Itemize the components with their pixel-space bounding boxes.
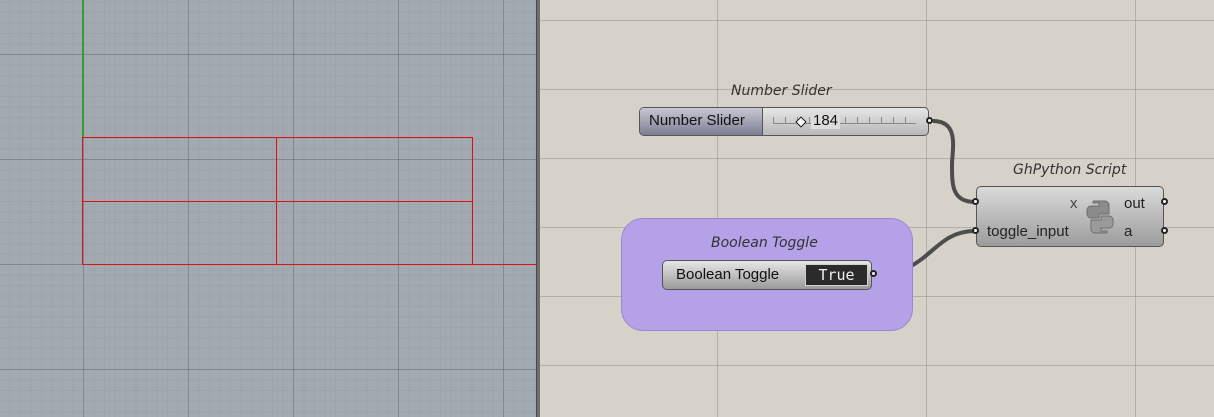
number-slider-label: Number Slider (649, 112, 745, 129)
toggle-output-port[interactable] (870, 270, 877, 277)
slider-track[interactable] (773, 117, 916, 124)
ghpython-output-port-a[interactable] (1161, 227, 1168, 234)
python-logo-icon (1086, 200, 1114, 234)
y-axis-line (82, 0, 84, 137)
boolean-toggle-group-title: Boolean Toggle (711, 235, 818, 251)
ghpython-output-out: out (1124, 195, 1145, 212)
ghpython-title: GhPython Script (1013, 162, 1127, 178)
ghpython-output-a: a (1124, 223, 1133, 240)
ghpython-component[interactable]: x toggle_input out a (976, 186, 1164, 247)
slider-output-port[interactable] (926, 117, 933, 124)
ghpython-input-port-x[interactable] (972, 198, 979, 205)
number-slider[interactable]: Number Slider 184 (639, 107, 929, 136)
ghpython-input-port-toggle[interactable] (972, 227, 979, 234)
grasshopper-canvas[interactable]: Number Slider Number Slider 184 Boolean … (540, 0, 1214, 417)
slider-value: 184 (811, 112, 841, 129)
ghpython-output-port-out[interactable] (1161, 198, 1168, 205)
rhino-viewport[interactable] (0, 0, 536, 417)
rectangle-divider-horizontal (82, 201, 473, 202)
wire-slider-to-x (932, 119, 976, 204)
ghpython-input-x: x (1070, 195, 1078, 212)
toggle-value: True (818, 266, 855, 284)
ghpython-input-toggle: toggle_input (987, 223, 1069, 240)
number-slider-title: Number Slider (731, 83, 832, 99)
boolean-toggle[interactable]: Boolean Toggle True (662, 260, 872, 290)
boolean-toggle-label: Boolean Toggle (676, 266, 780, 283)
